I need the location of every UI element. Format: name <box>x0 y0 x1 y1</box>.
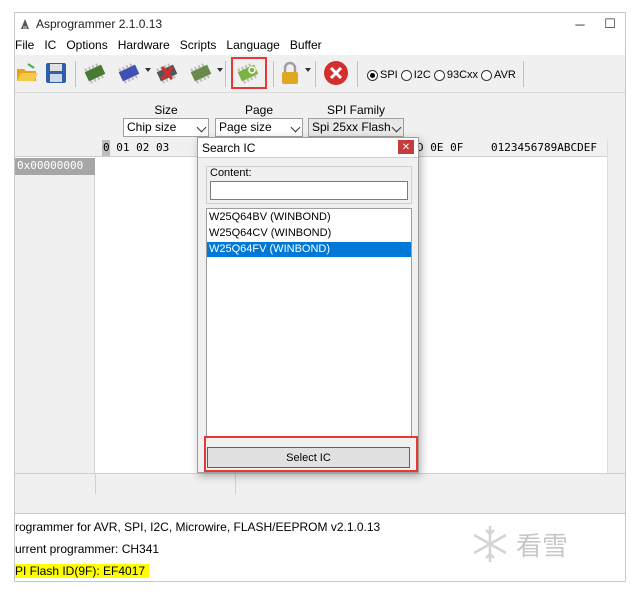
hex-column-headers-right: D 0E 0F <box>417 141 464 154</box>
list-item-selected[interactable]: W25Q64FV (WINBOND) <box>207 242 411 257</box>
list-item[interactable]: W25Q64CV (WINBOND) <box>207 226 411 241</box>
write-dropdown-caret[interactable] <box>145 68 151 72</box>
page-label: Page <box>244 103 274 117</box>
vertical-scrollbar[interactable] <box>607 139 625 473</box>
menu-options[interactable]: Options <box>61 38 112 52</box>
title-bar: Asprogrammer 2.1.0.13 ─ ☐ <box>15 13 625 35</box>
menu-language[interactable]: Language <box>221 38 284 52</box>
stop-icon[interactable] <box>321 59 351 87</box>
erase-chip-icon[interactable] <box>153 59 181 87</box>
content-search-input[interactable] <box>210 181 408 200</box>
protocol-selector: SPI I2C 93Cxx AVR <box>367 69 519 81</box>
ascii-column-header: 0123456789ABCDEF <box>491 141 597 154</box>
log-line: rogrammer for AVR, SPI, I2C, Microwire, … <box>15 520 381 534</box>
radio-93cxx[interactable]: 93Cxx <box>433 69 478 81</box>
spi-family-combo[interactable]: Spi 25xx Flash <box>308 118 404 137</box>
watermark-text: 看雪 <box>516 531 569 562</box>
chevron-down-icon <box>196 122 207 133</box>
content-label: Content: <box>210 167 252 179</box>
select-ic-highlight <box>204 436 418 472</box>
hex-column-headers-left: 0 01 02 03 <box>103 141 170 154</box>
horizontal-scrollbar[interactable] <box>15 473 625 494</box>
menu-ic[interactable]: IC <box>39 38 61 52</box>
page-combo[interactable]: Page size <box>215 118 303 137</box>
radio-spi[interactable]: SPI <box>367 69 398 81</box>
window-title: Asprogrammer 2.1.0.13 <box>36 17 163 31</box>
menu-file[interactable]: File <box>15 38 39 52</box>
spi-family-label: SPI Family <box>326 103 385 117</box>
dialog-title: Search IC <box>202 141 256 155</box>
content-group: Content: <box>206 166 412 204</box>
save-icon[interactable] <box>43 59 69 87</box>
maximize-button[interactable]: ☐ <box>595 13 625 35</box>
size-label: Size <box>154 103 178 117</box>
log-line: urrent programmer: CH341 <box>15 542 160 556</box>
write-chip-icon[interactable] <box>115 59 143 87</box>
open-folder-icon[interactable] <box>15 59 39 87</box>
ic-results-list[interactable]: W25Q64BV (WINBOND) W25Q64CV (WINBOND) W2… <box>206 208 412 438</box>
search-ic-highlight <box>231 57 267 89</box>
chip-options: Size Chip size Page Page size SPI Family… <box>15 94 625 138</box>
verify-dropdown-caret[interactable] <box>217 68 223 72</box>
menu-hardware[interactable]: Hardware <box>113 38 175 52</box>
read-chip-icon[interactable] <box>81 59 109 87</box>
radio-i2c[interactable]: I2C <box>400 69 431 81</box>
minimize-button[interactable]: ─ <box>565 13 595 35</box>
address-cell[interactable]: 0x00000000 <box>15 158 95 175</box>
watermark: 看雪 <box>470 524 568 564</box>
menu-buffer[interactable]: Buffer <box>285 38 327 52</box>
address-column <box>15 175 95 473</box>
log-line-highlighted: PI Flash ID(9F): EF4017 <box>15 564 150 578</box>
toolbar: SPI I2C 93Cxx AVR <box>15 55 625 93</box>
close-icon[interactable]: ✕ <box>398 140 414 154</box>
menu-bar: File IC Options Hardware Scripts Languag… <box>15 35 625 55</box>
snowflake-icon <box>473 526 507 562</box>
app-icon <box>18 17 32 31</box>
chevron-down-icon <box>290 122 301 133</box>
chevron-down-icon <box>391 122 402 133</box>
size-combo[interactable]: Chip size <box>123 118 209 137</box>
list-item[interactable]: W25Q64BV (WINBOND) <box>207 210 411 225</box>
lock-dropdown-caret[interactable] <box>305 68 311 72</box>
verify-chip-icon[interactable] <box>187 59 215 87</box>
lock-icon[interactable] <box>277 59 303 87</box>
search-ic-dialog: Search IC ✕ Content: W25Q64BV (WINBOND) … <box>197 137 419 473</box>
menu-scripts[interactable]: Scripts <box>175 38 222 52</box>
dialog-title-bar: Search IC ✕ <box>198 138 418 158</box>
radio-avr[interactable]: AVR <box>481 69 516 81</box>
